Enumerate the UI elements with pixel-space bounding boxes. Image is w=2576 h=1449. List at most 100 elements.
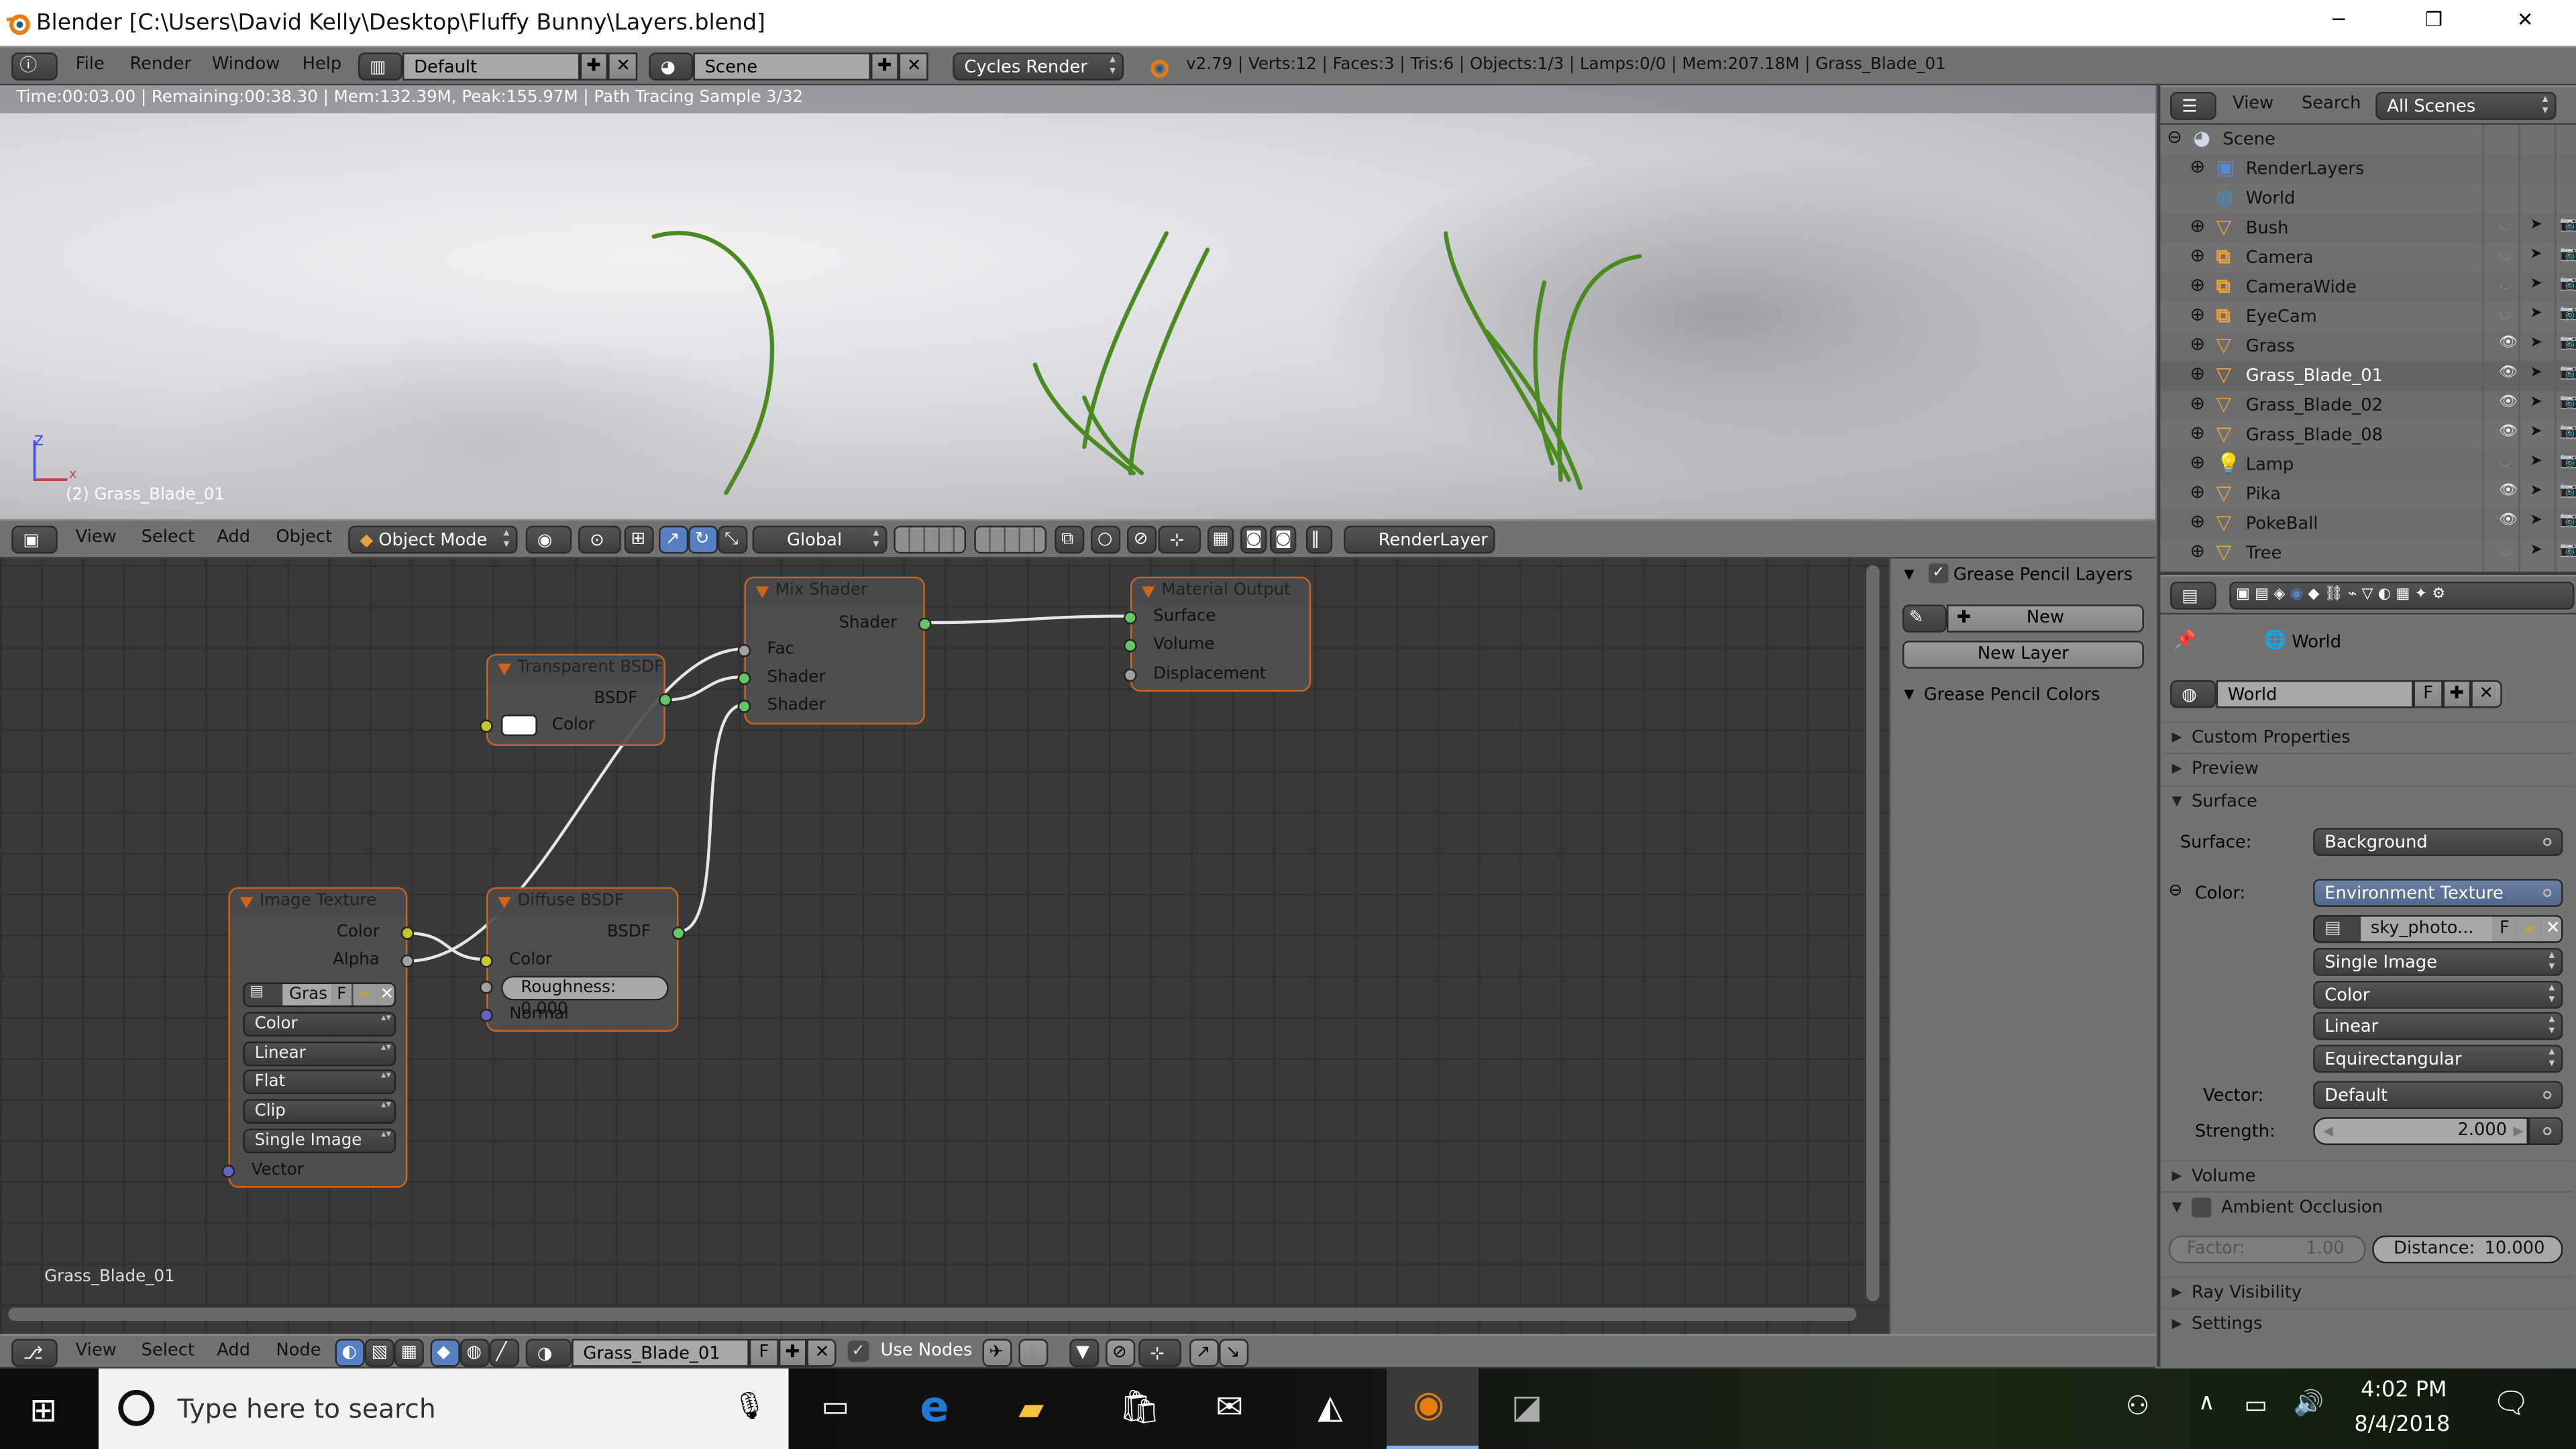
use-nodes-label[interactable]: Use Nodes	[881, 1340, 973, 1360]
render-camera-icon[interactable]: 📷	[2560, 246, 2576, 262]
blender-taskbar-button[interactable]: ◉	[1386, 1368, 1479, 1449]
world-browse-button[interactable]: ◍	[2170, 680, 2216, 708]
grease-pencil-layers-title[interactable]: Grease Pencil Layers	[1953, 565, 2133, 584]
expand-icon[interactable]: ⊕	[2190, 333, 2205, 355]
color-space-select[interactable]: Color ▴ ▾	[2313, 981, 2563, 1009]
select-arrow-icon[interactable]: ➤	[2530, 483, 2542, 499]
scene-icon[interactable]: ◕	[649, 52, 694, 81]
select-arrow-icon[interactable]: ➤	[2530, 542, 2542, 558]
display-mode-select[interactable]: All Scenes ▴ ▾	[2375, 92, 2557, 120]
grease-pencil-layers-checkbox[interactable]: ✓	[1929, 564, 1949, 584]
panel-surface[interactable]: Surface	[2161, 785, 2573, 816]
parent-tree-button[interactable]: ⇧	[1018, 1338, 1049, 1367]
action-center-icon[interactable]: 🗨	[2492, 1387, 2530, 1421]
expand-icon[interactable]: ⊕	[2190, 245, 2205, 266]
file-explorer-icon[interactable]: ▰	[1018, 1388, 1044, 1428]
expand-icon[interactable]: ⊕	[2190, 304, 2205, 325]
layer-buttons-2[interactable]	[974, 525, 1047, 554]
image-browse-icon[interactable]: ▤	[245, 984, 282, 1006]
editor-type-outliner-button[interactable]: ☰	[2170, 92, 2216, 120]
decrement-arrow-icon[interactable]: ◀	[2323, 1119, 2333, 1144]
clock-time[interactable]: 4:02 PM	[2361, 1379, 2447, 1403]
outliner-item-name[interactable]: Bush	[2246, 219, 2289, 238]
node-header[interactable]: Image Texture	[229, 888, 406, 917]
expand-icon[interactable]: ⊕	[2190, 274, 2205, 296]
outliner-item-name[interactable]: Tree	[2246, 544, 2282, 564]
taskbar-search-box[interactable]: Type here to search 🎙	[98, 1368, 789, 1449]
snap-element-select[interactable]: ⊹	[1158, 525, 1201, 554]
manipulator-toggle[interactable]: ⊞	[624, 525, 654, 554]
menu-select[interactable]: Select	[142, 1340, 195, 1360]
pencil-browse-button[interactable]: ✎	[1902, 604, 1947, 633]
ao-distance-field[interactable]: Distance: 10.000	[2372, 1235, 2563, 1264]
task-view-icon[interactable]: ▭	[821, 1390, 849, 1424]
render-camera-icon[interactable]: 📷	[2560, 483, 2576, 499]
new-grease-pencil-button[interactable]: ✚ New	[1947, 604, 2144, 633]
node-image-texture[interactable]: Image Texture Color Alpha ▤ Gras F ▰ ✕ C…	[221, 887, 415, 1188]
render-camera-icon[interactable]: 📷	[2560, 424, 2576, 440]
env-image-name-field[interactable]: sky_photo...	[2361, 916, 2493, 942]
color-input-select[interactable]: Environment Texture	[2313, 879, 2563, 907]
node-header[interactable]: Mix Shader	[745, 578, 924, 606]
world-name-field[interactable]: World	[2216, 680, 2414, 708]
input-socket-shader-1[interactable]	[737, 672, 751, 686]
ambient-occlusion-checkbox[interactable]	[2191, 1197, 2212, 1218]
projection-select[interactable]: Flat	[243, 1069, 396, 1095]
screen-layout-field[interactable]: Default	[402, 52, 580, 81]
maximize-button[interactable]: ❐	[2425, 8, 2443, 31]
node-transparent-bsdf[interactable]: Transparent BSDF BSDF Color	[480, 653, 672, 746]
network-icon[interactable]: ▭	[2244, 1390, 2267, 1419]
linestyle-shader-button[interactable]: ╱	[489, 1338, 519, 1367]
open-image-icon[interactable]: ▰	[2516, 916, 2542, 942]
menu-render[interactable]: Render	[129, 54, 191, 74]
render-camera-icon[interactable]: 📷	[2560, 217, 2576, 233]
projection-select[interactable]: Equirectangular ▴ ▾	[2313, 1044, 2563, 1073]
select-arrow-icon[interactable]: ➤	[2530, 394, 2542, 411]
menu-add[interactable]: Add	[217, 1340, 250, 1360]
menu-select[interactable]: Select	[142, 527, 195, 547]
store-icon[interactable]: 🛍	[1119, 1387, 1161, 1426]
input-socket-color[interactable]	[480, 719, 493, 733]
input-socket-surface[interactable]	[1124, 611, 1137, 625]
output-socket-bsdf[interactable]	[672, 926, 686, 940]
output-socket-color[interactable]	[400, 926, 415, 940]
add-material-button[interactable]: ✚	[778, 1338, 807, 1367]
outliner-item-name[interactable]: Grass_Blade_02	[2246, 396, 2383, 415]
editor-type-info-button[interactable]: ⓘ	[11, 52, 58, 81]
env-image-fake-user[interactable]: F	[2492, 916, 2517, 942]
edge-icon[interactable]: e	[920, 1383, 949, 1432]
select-arrow-icon[interactable]: ➤	[2530, 276, 2542, 292]
object-shader-button[interactable]: ◆	[430, 1338, 460, 1367]
surface-shader-select[interactable]: Background	[2313, 828, 2563, 856]
proportional-edit-button[interactable]: ○	[1091, 525, 1121, 554]
input-socket-normal[interactable]	[480, 1008, 493, 1022]
outliner-item[interactable]: ⊕ ▽ Pika 👁 ➤ 📷	[2160, 480, 2576, 510]
snap-toggle[interactable]: ⊘	[1127, 525, 1157, 554]
expand-icon[interactable]: ⊕	[2190, 363, 2205, 384]
menu-view[interactable]: View	[76, 527, 117, 547]
outliner-item-name[interactable]: World	[2246, 189, 2296, 209]
transform-orientation-select[interactable]: Global ▴ ▾	[752, 525, 888, 554]
output-socket-shader[interactable]	[918, 617, 932, 631]
material-fake-user-button[interactable]: F	[749, 1338, 779, 1367]
microphone-icon[interactable]: 🎙	[733, 1390, 766, 1421]
select-arrow-icon[interactable]: ➤	[2530, 217, 2542, 233]
menu-window[interactable]: Window	[212, 54, 280, 74]
eye-icon[interactable]: ◡	[2499, 217, 2512, 233]
outliner-item[interactable]: ⊖ ◕ Scene	[2160, 125, 2576, 155]
input-socket-fac[interactable]	[737, 644, 751, 657]
unlink-world-button[interactable]: ✕	[2471, 680, 2502, 708]
output-socket-bsdf[interactable]	[659, 693, 672, 707]
input-socket-color[interactable]	[480, 954, 493, 968]
outliner-item-name[interactable]: CameraWide	[2246, 278, 2357, 297]
fake-user-button[interactable]: F	[331, 983, 352, 1006]
outliner-item-name[interactable]: Pika	[2246, 484, 2281, 504]
snap-element-button[interactable]: ⊹	[1138, 1338, 1181, 1367]
unity-icon[interactable]: ◭	[1318, 1387, 1343, 1426]
outliner-item-name[interactable]: EyeCam	[2246, 307, 2317, 327]
texture-nodes-button[interactable]: ▦	[394, 1338, 424, 1367]
render-camera-icon[interactable]: 📷	[2560, 542, 2576, 558]
panel-ambient-occlusion[interactable]: Ambient Occlusion	[2161, 1191, 2573, 1222]
translate-manipulator[interactable]: ↗	[659, 525, 689, 554]
collapse-arrow-icon[interactable]: ▼	[1904, 687, 1914, 702]
